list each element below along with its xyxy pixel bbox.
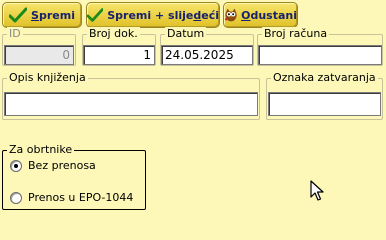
obrtnici-group: Za obrtnike Bez prenosa Prenos u EPO-104… [2, 143, 146, 210]
checkmark-icon [9, 7, 28, 23]
save-and-next-button-label: Spremi + slijedeći [107, 8, 219, 22]
owl-icon [224, 8, 237, 22]
cancel-button-label: Odustani [241, 8, 297, 22]
id-field[interactable]: 0 [4, 45, 74, 65]
bez-prenosa-option[interactable]: Bez prenosa [10, 159, 96, 172]
broj-racuna-field[interactable] [258, 45, 382, 65]
save-and-next-button[interactable]: Spremi + slijedeći [86, 2, 220, 28]
save-button[interactable]: Spremi [2, 2, 82, 28]
bez-prenosa-radio[interactable] [10, 159, 22, 172]
broj-racuna-label: Broj računa [262, 27, 330, 41]
broj-dok-field[interactable]: 1 [83, 45, 155, 65]
datum-label: Datum [165, 27, 207, 41]
id-label: ID [7, 27, 23, 41]
bez-prenosa-label: Bez prenosa [28, 159, 96, 172]
opis-field[interactable] [4, 92, 258, 116]
save-button-label: Spremi [31, 8, 75, 22]
prenos-epo-label: Prenos u EPO-1044 [28, 191, 134, 204]
oznaka-field[interactable] [268, 92, 381, 116]
opis-label: Opis knjiženja [7, 71, 88, 85]
broj-dok-label: Broj dok. [87, 27, 140, 41]
cancel-button[interactable]: Odustani [223, 2, 298, 28]
oznaka-label: Oznaka zatvaranja [271, 71, 378, 85]
prenos-epo-option[interactable]: Prenos u EPO-1044 [10, 191, 133, 204]
obrtnici-title: Za obrtnike [7, 143, 75, 157]
checkmark-icon [87, 8, 104, 22]
mouse-cursor-icon [310, 180, 324, 201]
datum-field[interactable]: 24.05.2025 [161, 45, 253, 65]
prenos-epo-radio[interactable] [10, 191, 22, 204]
